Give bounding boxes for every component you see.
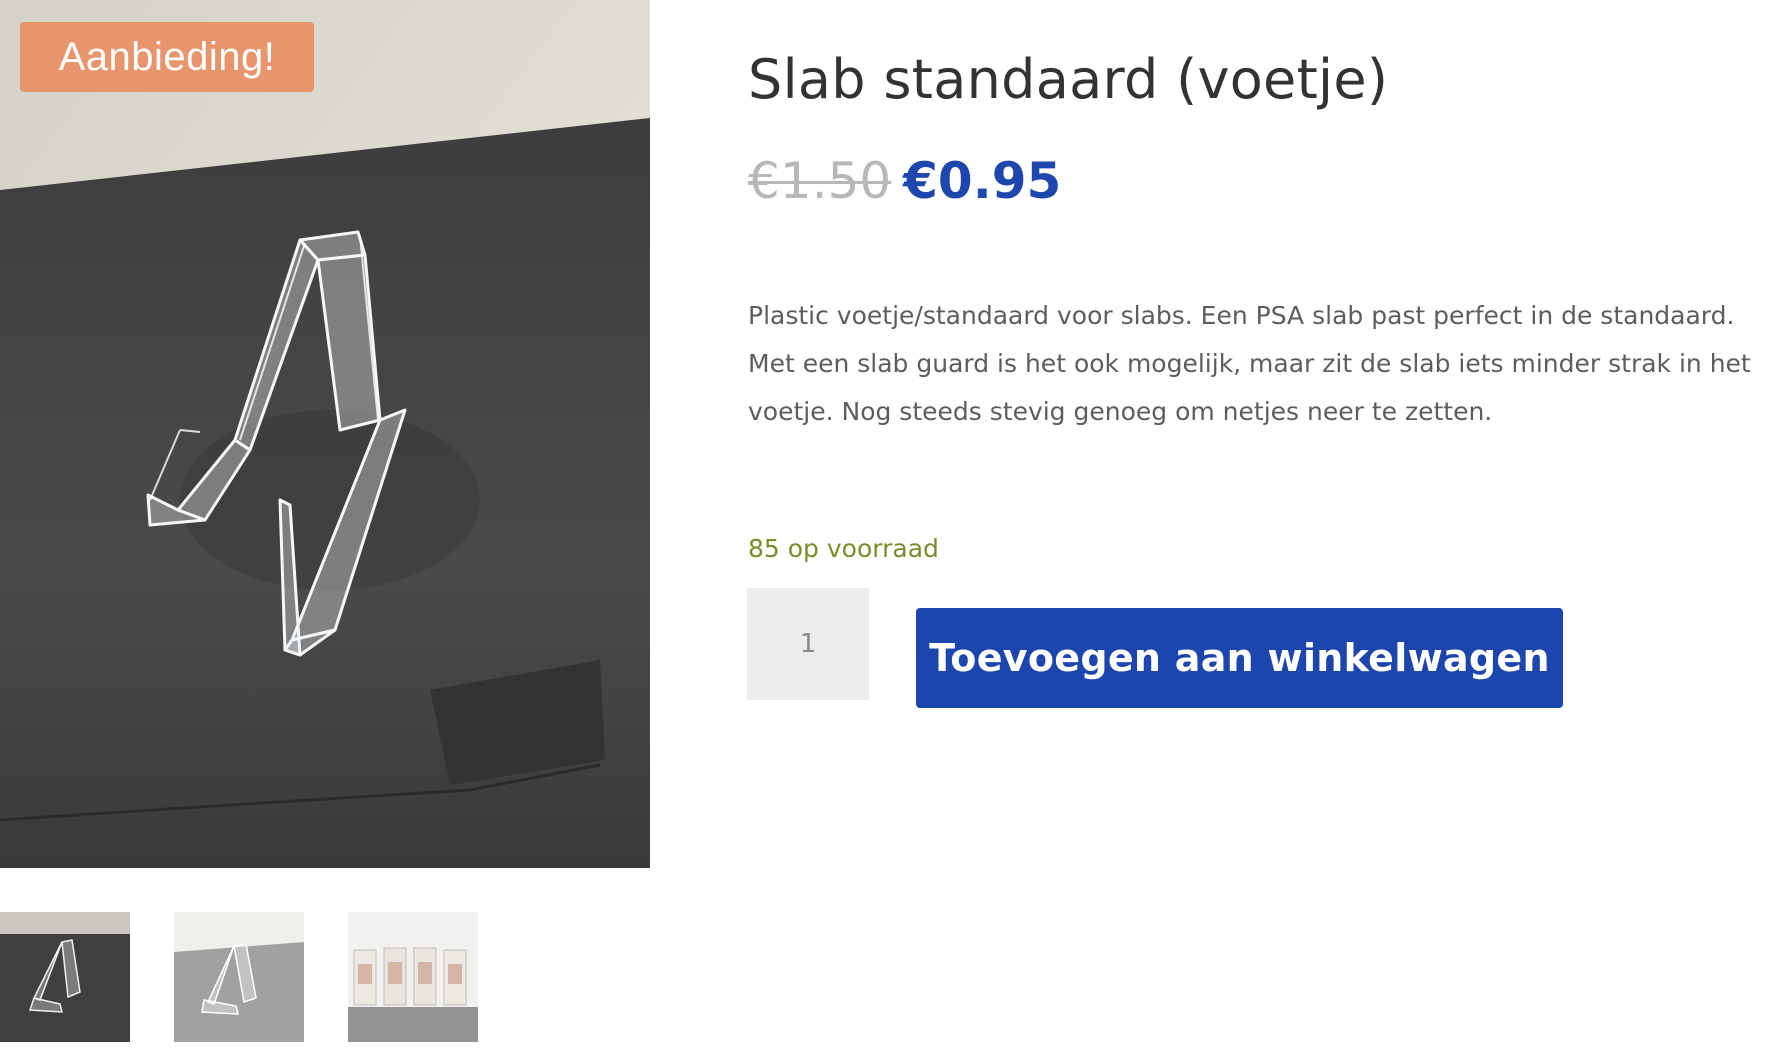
sale-badge: Aanbieding! [20, 22, 314, 92]
thumbnail-stand-dark[interactable] [0, 912, 130, 1042]
thumbnail-slabs-display[interactable] [348, 912, 478, 1042]
thumbnail-strip [0, 912, 500, 1042]
price: €1.50 €0.95 [748, 152, 1061, 210]
thumbnail-stand-grey[interactable] [174, 912, 304, 1042]
quantity-input[interactable] [747, 588, 869, 700]
sale-price: €0.95 [903, 152, 1062, 210]
add-to-cart-button[interactable]: Toevoegen aan winkelwagen [916, 608, 1563, 708]
main-product-image[interactable]: Aanbieding! [0, 0, 650, 868]
product-summary: Slab standaard (voetje) €1.50 €0.95 Plast… [748, 40, 1778, 563]
product-title: Slab standaard (voetje) [748, 48, 1389, 111]
product-description: Plastic voetje/standaard voor slabs. Een… [748, 301, 1751, 426]
regular-price: €1.50 [748, 152, 892, 210]
stock-status: 85 op voorraad [748, 534, 939, 563]
